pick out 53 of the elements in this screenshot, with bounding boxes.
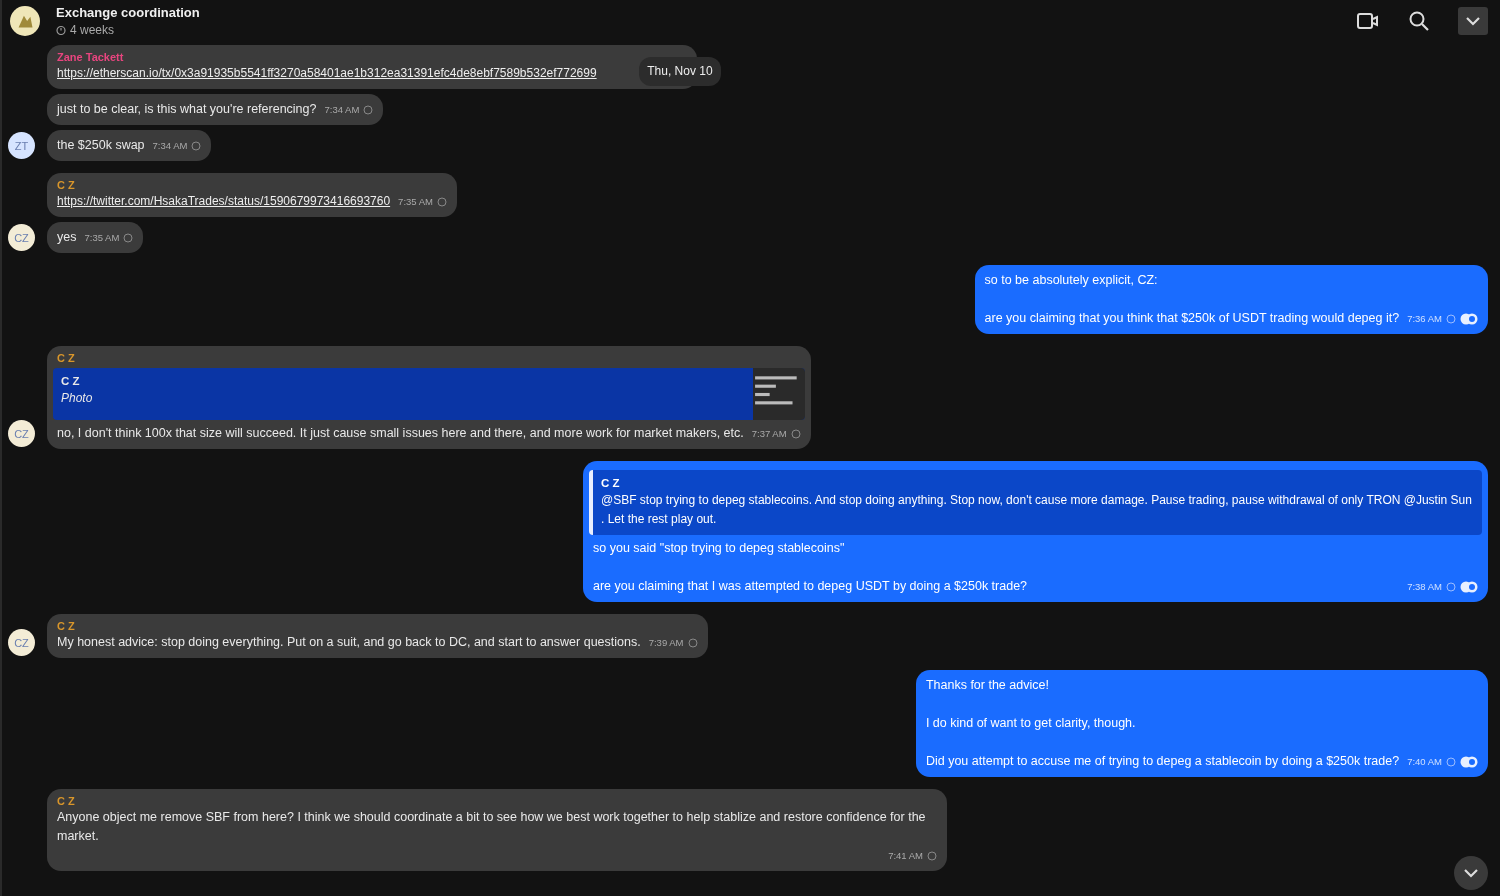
sender-name: Zane Tackett	[57, 51, 125, 64]
message-text: so to be absolutely explicit, CZ:	[984, 273, 1158, 287]
message-link[interactable]: https://etherscan.io/tx/0x3a91935b5541ff3270a58401ae1b312ea31391efc4de8ebf7589b532ef772699	[57, 64, 597, 83]
message-time: 7:36 AM	[1407, 312, 1442, 326]
message-time: 7:39 AM	[648, 636, 684, 650]
message-time: 7:35 AM	[84, 231, 120, 245]
message-text: yes	[57, 229, 77, 246]
message-text: just to be clear, is this what you're referencing?	[57, 101, 317, 118]
sender-name: C Z	[57, 179, 76, 192]
group-avatar[interactable]	[10, 6, 40, 36]
search-icon[interactable]	[1408, 10, 1430, 32]
read-receipt-icon	[1460, 755, 1478, 768]
message-time: 7:41 AM	[888, 849, 923, 863]
message-time: 7:35 AM	[398, 195, 433, 209]
message-text: no, I don't think 100x that size will succeed. It just cause small issues here and there, and more work for market makers, etc.	[57, 425, 744, 442]
message-text: Did you attempt to accuse me of trying to depeg a stablecoin by doing a $250k trade?	[925, 753, 1400, 770]
sender-name: C Z	[57, 352, 76, 365]
quoted-message[interactable]: C Z Photo	[53, 368, 805, 420]
message-text: so you said "stop trying to depeg stablecoins"	[593, 541, 845, 555]
more-button[interactable]	[1458, 7, 1488, 35]
message-text: the $250k swap	[57, 137, 145, 154]
message-time: 7:40 AM	[1407, 755, 1442, 769]
message-text: Thanks for the advice!	[925, 678, 1049, 692]
message-text: My honest advice: stop doing everything. Put on a suit, and go back to DC, and start to answer questions.	[57, 634, 641, 651]
message-time: 7:34 AM	[152, 139, 188, 153]
message-time: 7:34 AM	[324, 103, 360, 117]
avatar[interactable]: CZ	[8, 420, 35, 447]
read-receipt-icon	[1460, 580, 1478, 593]
message-time: 7:38 AM	[1407, 580, 1442, 594]
quote-author: C Z	[61, 374, 81, 389]
scroll-down-button[interactable]	[1454, 856, 1488, 890]
message-link[interactable]: https://twitter.com/HsakaTrades/status/1590679973416693760	[57, 192, 391, 211]
date-tooltip: Thu, Nov 10	[639, 57, 721, 86]
quote-text: Photo	[61, 390, 94, 407]
chat-title: Exchange coordination	[56, 5, 200, 20]
disappearing-timer: 4 weeks	[70, 23, 115, 37]
message-text: are you claiming that I was attempted to depeg USDT by doing a $250k trade?	[593, 578, 1028, 595]
quote-text: @SBF stop trying to depeg stablecoins. And stop doing anything. Stop now, don't cause more damage. Pause trading, pause withdrawal of only TRON @Justin Sun . Let the rest play out.	[601, 492, 1473, 528]
quote-author: C Z	[601, 476, 621, 491]
read-receipt-icon	[1460, 312, 1478, 325]
video-call-icon[interactable]	[1356, 11, 1380, 31]
avatar[interactable]: CZ	[8, 224, 35, 251]
avatar[interactable]: CZ	[8, 629, 35, 656]
message-text: Anyone object me remove SBF from here? I think we should coordinate a bit to see how we best work together to help stablize and restore confidence for the market.	[57, 809, 927, 845]
chevron-down-icon	[1465, 16, 1481, 26]
quoted-message[interactable]: C Z @SBF stop trying to depeg stablecoins. And stop doing anything. Stop now, don't cause more damage. Pause trading, pause withdrawal of only TRON @Justin Sun . Let the rest play out.	[589, 470, 1482, 535]
message-text: I do kind of want to get clarity, though.	[925, 716, 1136, 730]
message-time: 7:37 AM	[751, 427, 787, 441]
sender-name: C Z	[57, 620, 76, 633]
sender-name: C Z	[57, 795, 76, 808]
message-text: are you claiming that you think that $250k of USDT trading would depeg it?	[984, 310, 1400, 327]
timer-icon	[56, 25, 66, 35]
chevron-down-icon	[1463, 868, 1479, 878]
